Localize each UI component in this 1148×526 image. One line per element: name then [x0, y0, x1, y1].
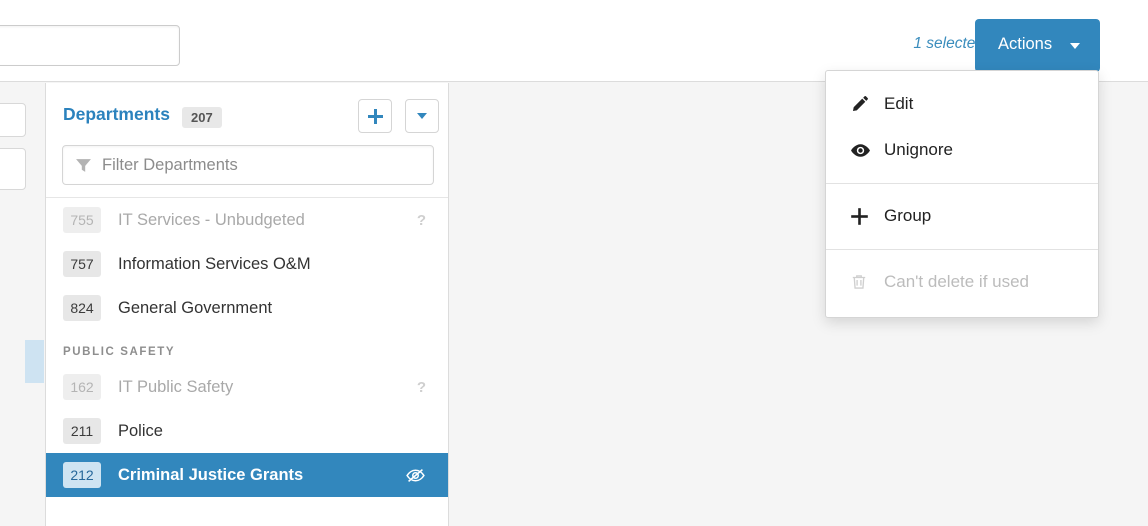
plus-icon [850, 207, 880, 226]
department-name: Information Services O&M [118, 254, 311, 273]
list-item-selected[interactable]: 212 Criminal Justice Grants [46, 453, 448, 497]
actions-button-label: Actions [998, 35, 1053, 53]
list-item[interactable]: 824 General Government [46, 286, 448, 330]
trash-icon [850, 273, 880, 291]
department-name: IT Services - Unbudgeted [118, 210, 305, 229]
plus-icon [367, 108, 383, 124]
left-rail-partial-button-1[interactable] [0, 103, 26, 137]
department-name: IT Public Safety [118, 377, 234, 396]
department-code: 162 [63, 374, 101, 400]
panel-header: Departments 207 [46, 83, 448, 143]
department-code: 211 [63, 418, 101, 444]
menu-item-group[interactable]: Group [826, 193, 1098, 239]
departments-list: 755 IT Services - Unbudgeted ? 757 Infor… [46, 197, 448, 497]
department-code: 212 [63, 462, 101, 488]
pencil-icon [850, 95, 880, 114]
eye-slash-icon[interactable] [405, 465, 426, 486]
actions-dropdown-menu: Edit Unignore Group Can't delete if used [825, 70, 1099, 318]
department-name: Police [118, 421, 163, 440]
list-item[interactable]: 211 Police [46, 409, 448, 453]
funnel-icon [75, 157, 92, 174]
menu-item-label: Can't delete if used [884, 272, 1030, 291]
eye-icon [850, 140, 880, 161]
menu-item-label: Unignore [884, 140, 953, 159]
global-search-input[interactable] [0, 25, 180, 66]
list-item[interactable]: 162 IT Public Safety ? [46, 365, 448, 409]
menu-item-unignore[interactable]: Unignore [826, 127, 1098, 173]
group-header-public-safety: PUBLIC SAFETY [63, 346, 176, 358]
list-item[interactable]: 757 Information Services O&M [46, 242, 448, 286]
chevron-down-icon [417, 113, 427, 119]
departments-panel: Departments 207 755 IT Services - Unbudg… [45, 83, 449, 526]
menu-divider [826, 249, 1098, 250]
panel-options-button[interactable] [405, 99, 439, 133]
department-code: 757 [63, 251, 101, 277]
filter-departments-field[interactable] [62, 145, 434, 185]
left-rail-partial-button-2[interactable] [0, 148, 26, 190]
department-code: 755 [63, 207, 101, 233]
department-code: 824 [63, 295, 101, 321]
menu-divider [826, 183, 1098, 184]
actions-button[interactable]: Actions [975, 19, 1100, 72]
page-title: Departments [63, 104, 170, 124]
department-name: Criminal Justice Grants [118, 465, 304, 484]
menu-item-delete: Can't delete if used [826, 259, 1098, 305]
help-icon[interactable]: ? [417, 379, 426, 396]
menu-item-label: Group [884, 206, 932, 225]
chevron-down-icon [1070, 43, 1080, 49]
department-name: General Government [118, 298, 273, 317]
list-item[interactable]: 755 IT Services - Unbudgeted ? [46, 198, 448, 242]
filter-departments-input[interactable] [92, 146, 433, 184]
departments-count-badge: 207 [182, 107, 222, 128]
selected-count-label: 1 selected [913, 35, 984, 52]
help-icon[interactable]: ? [417, 212, 426, 229]
left-rail-selection-indicator [25, 340, 44, 383]
menu-item-edit[interactable]: Edit [826, 81, 1098, 127]
menu-item-label: Edit [884, 94, 914, 113]
add-department-button[interactable] [358, 99, 392, 133]
